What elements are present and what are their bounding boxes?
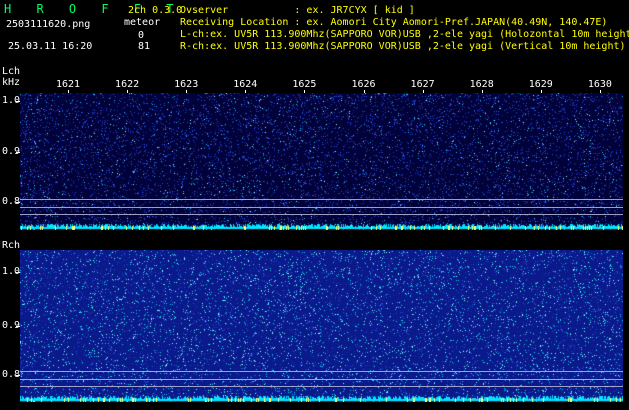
- rch-spectrogram[interactable]: [20, 250, 623, 402]
- time-tick-label: 1623: [174, 79, 199, 90]
- y-axis-tick: [16, 272, 20, 273]
- rch-marker-line: [20, 371, 623, 372]
- time-axis: 1621 1622 1623 1624 1625 1626 1627 1628 1629 1630: [0, 0, 629, 100]
- time-tick-label: 1624: [233, 79, 258, 90]
- time-tick-label: 1628: [469, 79, 494, 90]
- rch-label: Rch: [2, 240, 21, 251]
- time-tick-label: 1630: [587, 79, 612, 90]
- time-tick-label: 1622: [115, 79, 140, 90]
- rch-marker-line: [20, 379, 623, 380]
- y-axis-tick: [16, 152, 20, 153]
- y-axis-tick: [16, 326, 20, 327]
- rch-marker-line: [20, 386, 623, 387]
- lch-spectrogram[interactable]: [20, 93, 623, 230]
- time-tick-label: 1625: [292, 79, 317, 90]
- time-tick-label: 1626: [351, 79, 376, 90]
- lch-marker-line: [20, 199, 623, 200]
- time-tick-label: 1621: [55, 79, 81, 90]
- y-axis-tick: [16, 202, 20, 203]
- time-tick-label: 1627: [410, 79, 435, 90]
- y-axis-tick: [16, 101, 20, 102]
- lch-marker-line: [20, 207, 623, 208]
- y-axis-tick: [16, 375, 20, 376]
- time-tick-label: 1629: [528, 79, 553, 90]
- lch-marker-line: [20, 214, 623, 215]
